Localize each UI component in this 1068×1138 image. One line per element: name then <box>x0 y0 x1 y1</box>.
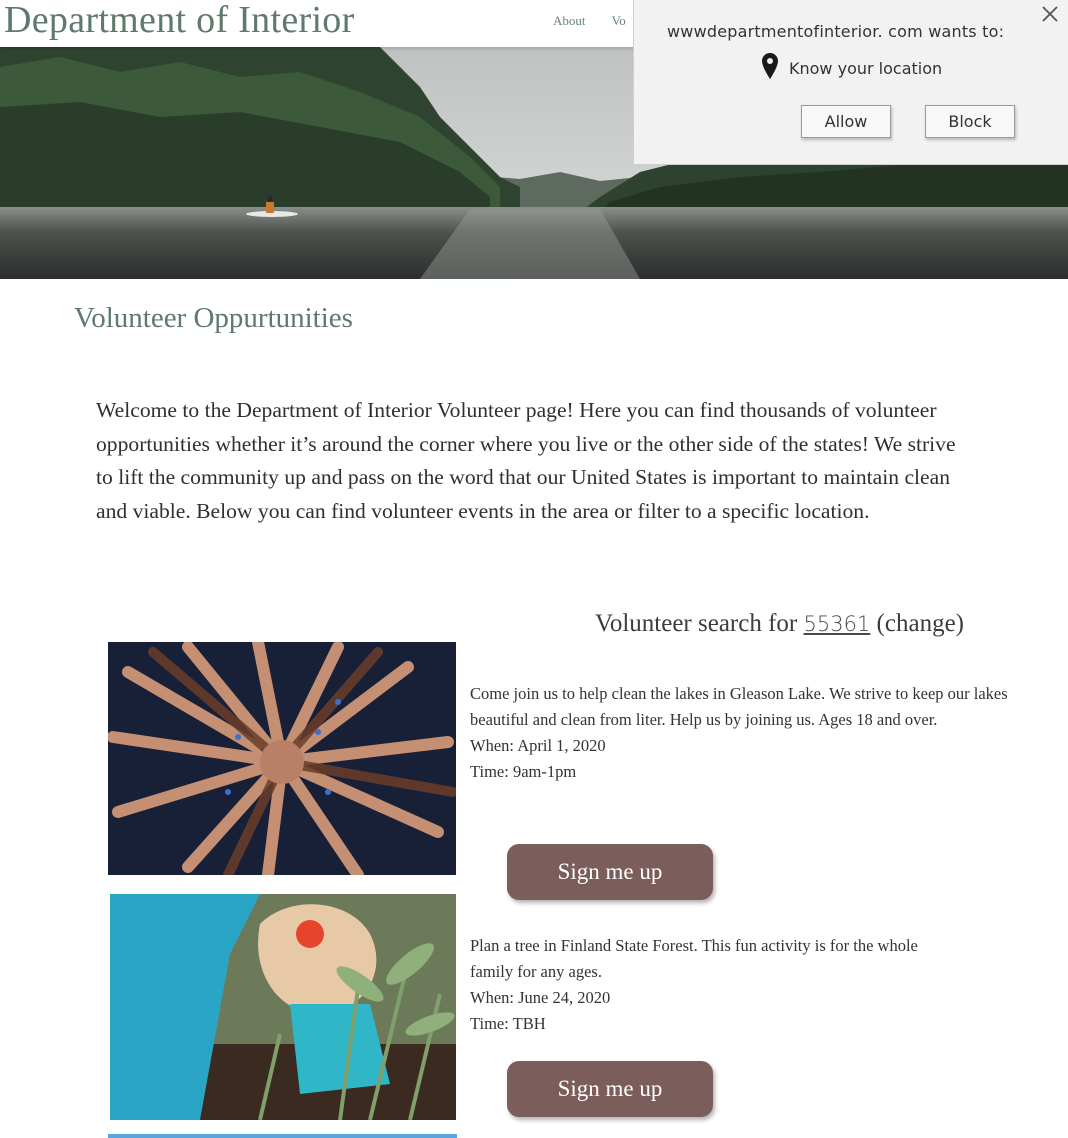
event-image-planting <box>110 894 456 1120</box>
hands-circle-illustration <box>108 642 456 875</box>
close-x-glyph <box>1042 6 1058 22</box>
event-description: Plan a tree in Finland State Forest. Thi… <box>470 936 918 981</box>
nav-item-about[interactable]: About <box>553 13 586 28</box>
page-title: Volunteer Oppurtunities <box>74 302 353 334</box>
event-time: Time: 9am-1pm <box>470 762 577 781</box>
card-divider <box>108 1134 457 1138</box>
event-date: When: April 1, 2020 <box>470 736 606 755</box>
event-date: When: June 24, 2020 <box>470 988 611 1007</box>
sign-me-up-button[interactable]: Sign me up <box>507 1061 713 1117</box>
location-permission-popup: wwwdepartmentofinterior. com wants to: K… <box>633 0 1068 165</box>
intro-paragraph: Welcome to the Department of Interior Vo… <box>96 398 956 523</box>
child-planting-illustration <box>110 894 456 1120</box>
permission-request-row: Know your location <box>761 53 942 83</box>
permission-request-text: Know your location <box>789 58 943 78</box>
zip-code-link[interactable]: 55361 <box>803 612 870 636</box>
event-details-1: Come join us to help clean the lakes in … <box>470 681 1010 785</box>
site-title[interactable]: Department of Interior <box>4 0 355 42</box>
event-time: Time: TBH <box>470 1014 546 1033</box>
location-pin-glyph <box>762 53 778 79</box>
volunteer-search-line: Volunteer search for 55361 (change) <box>595 610 964 638</box>
location-pin-icon <box>761 52 779 84</box>
allow-button[interactable]: Allow <box>801 105 891 138</box>
sign-me-up-button[interactable]: Sign me up <box>507 844 713 900</box>
change-location-link[interactable]: (change) <box>877 610 964 637</box>
search-prefix: Volunteer search for <box>595 610 798 637</box>
event-description: Come join us to help clean the lakes in … <box>470 684 1008 729</box>
nav-item-volunteer[interactable]: Vo <box>612 13 626 28</box>
block-button[interactable]: Block <box>925 105 1015 138</box>
permission-site-text: wwwdepartmentofinterior. com wants to: <box>667 22 1005 41</box>
close-icon[interactable] <box>1038 2 1062 26</box>
event-details-2: Plan a tree in Finland State Forest. Thi… <box>470 933 950 1037</box>
event-image-hands <box>108 642 456 875</box>
